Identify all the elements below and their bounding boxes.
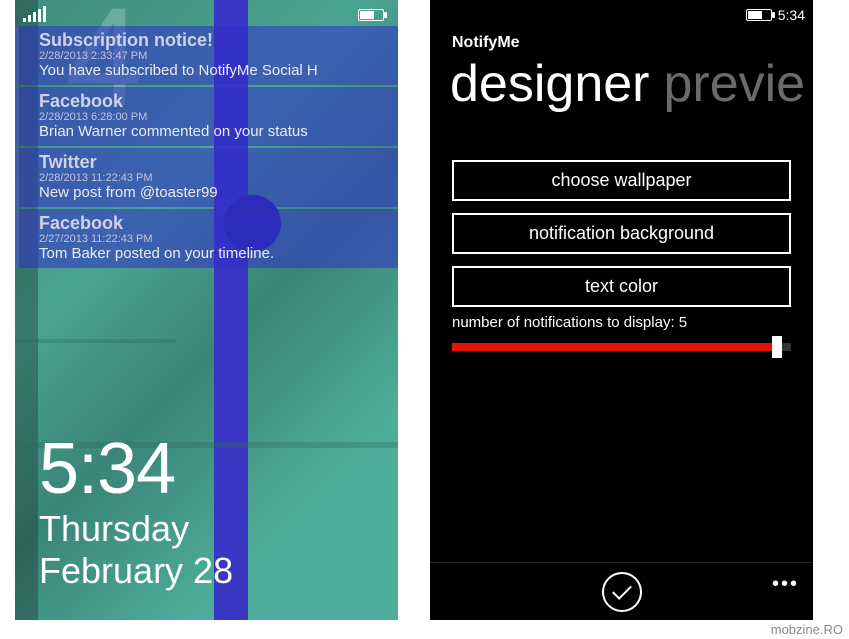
slider-thumb[interactable] (772, 336, 782, 358)
pivot-header: designer previe (450, 54, 813, 114)
notification-count-label: number of notifications to display: 5 (452, 314, 791, 331)
apply-button[interactable] (602, 572, 642, 612)
status-bar (15, 4, 398, 26)
battery-icon (358, 9, 384, 21)
notification-background-button[interactable]: notification background (452, 213, 791, 254)
notification-count-slider[interactable] (452, 340, 791, 354)
notification-item[interactable]: Facebook 2/27/2013 11:22:43 PM Tom Baker… (15, 209, 398, 268)
notification-timestamp: 2/27/2013 11:22:43 PM (39, 233, 388, 245)
clock-time: 5:34 (39, 439, 233, 500)
notification-timestamp: 2/28/2013 6:28:00 PM (39, 111, 388, 123)
pivot-tab-preview[interactable]: previe (663, 54, 805, 114)
notification-timestamp: 2/28/2013 11:22:43 PM (39, 172, 388, 184)
app-bar: ••• (430, 562, 813, 620)
notification-body: Brian Warner commented on your status (39, 123, 388, 140)
notification-body: New post from @toaster99 (39, 184, 388, 201)
notification-body: You have subscribed to NotifyMe Social H (39, 62, 388, 79)
clock-day: Thursday (39, 508, 233, 550)
pivot-tab-designer[interactable]: designer (450, 54, 649, 114)
notification-body: Tom Baker posted on your timeline. (39, 245, 388, 262)
lockscreen-preview: 4 Subscription notice! 2/28/2013 2:33:47… (15, 0, 398, 620)
notification-title: Facebook (39, 91, 388, 112)
notification-title: Facebook (39, 213, 388, 234)
notification-timestamp: 2/28/2013 2:33:47 PM (39, 50, 388, 62)
clock-date: February 28 (39, 550, 233, 592)
slider-fill (452, 343, 777, 351)
battery-icon (746, 9, 772, 21)
text-color-button[interactable]: text color (452, 266, 791, 307)
notification-item[interactable]: Subscription notice! 2/28/2013 2:33:47 P… (15, 26, 398, 85)
notification-stack: Subscription notice! 2/28/2013 2:33:47 P… (15, 26, 398, 270)
choose-wallpaper-button[interactable]: choose wallpaper (452, 160, 791, 201)
check-icon (612, 580, 632, 600)
notification-item[interactable]: Twitter 2/28/2013 11:22:43 PM New post f… (15, 148, 398, 207)
watermark: mobzine.RO (771, 622, 843, 637)
button-column: choose wallpaper notification background… (452, 160, 791, 307)
designer-screen: 5:34 NotifyMe designer previe choose wal… (430, 0, 813, 620)
notification-title: Subscription notice! (39, 30, 388, 51)
lockscreen-clock: 5:34 Thursday February 28 (39, 439, 233, 592)
app-title: NotifyMe (452, 34, 520, 52)
more-button[interactable]: ••• (772, 573, 799, 596)
status-bar: 5:34 (430, 4, 813, 26)
notification-item[interactable]: Facebook 2/28/2013 6:28:00 PM Brian Warn… (15, 87, 398, 146)
notification-title: Twitter (39, 152, 388, 173)
signal-icon (23, 8, 46, 22)
status-time: 5:34 (778, 7, 805, 23)
